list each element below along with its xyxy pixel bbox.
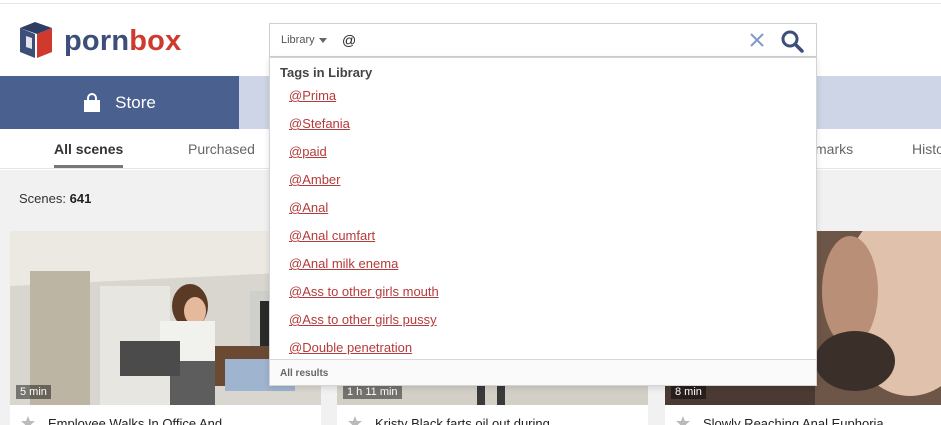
star-icon[interactable] — [20, 415, 36, 425]
scene-title[interactable]: Kristy Black farts oil out during — [347, 415, 550, 425]
tab-bookmarks[interactable]: marks — [815, 141, 853, 157]
scenes-count: Scenes: 641 — [19, 191, 91, 206]
scene-duration: 5 min — [16, 385, 51, 399]
logo-wordmark: pornbox — [64, 24, 182, 57]
search-input[interactable] — [342, 29, 722, 51]
tab-all-scenes[interactable]: All scenes — [54, 141, 124, 168]
suggestion-item: @paid — [270, 137, 816, 165]
tab-history[interactable]: Histo — [912, 141, 941, 157]
star-icon[interactable] — [675, 415, 691, 425]
suggestion-item: @Amber — [270, 165, 816, 193]
search-scope-label: Library — [281, 34, 315, 46]
scenes-count-label: Scenes: — [19, 191, 66, 206]
suggestion-item: @Ass to other girls mouth — [270, 277, 816, 305]
search-suggestions-dropdown: Tags in Library @Prima @Stefania @paid @… — [269, 57, 817, 386]
suggestion-item: @Stefania — [270, 109, 816, 137]
suggestions-footer[interactable]: All results — [270, 359, 816, 385]
suggestion-item: @Prima — [270, 81, 816, 109]
scene-title[interactable]: Employee Walks In Office And — [20, 415, 222, 425]
suggestion-link[interactable]: @Ass to other girls mouth — [289, 284, 439, 299]
scenes-count-value: 641 — [69, 191, 92, 206]
shopping-bag-icon — [84, 92, 101, 112]
suggestion-item: @Double penetration — [270, 333, 816, 361]
suggestions-heading: Tags in Library — [280, 65, 373, 80]
suggestion-item: @Anal milk enema — [270, 249, 816, 277]
close-icon[interactable] — [748, 30, 766, 50]
scene-duration: 1 h 11 min — [343, 385, 402, 399]
site-logo[interactable]: pornbox — [18, 22, 181, 60]
suggestion-item: @Anal — [270, 193, 816, 221]
suggestion-link[interactable]: @Amber — [289, 172, 341, 187]
suggestions-list: @Prima @Stefania @paid @Amber @Anal @Ana… — [270, 81, 816, 361]
suggestion-link[interactable]: @Prima — [289, 88, 336, 103]
suggestion-link[interactable]: @Double penetration — [289, 340, 412, 355]
scene-title-text: Slowly Reaching Anal Euphoria — [703, 415, 884, 425]
nav-store-label: Store — [115, 92, 156, 112]
search-bar: Library — [269, 23, 817, 57]
suggestion-link[interactable]: @Ass to other girls pussy — [289, 312, 437, 327]
tab-purchased[interactable]: Purchased — [188, 141, 255, 157]
logo-text-part1: porn — [64, 24, 130, 57]
suggestion-link[interactable]: @Stefania — [289, 116, 350, 131]
suggestion-item: @Ass to other girls pussy — [270, 305, 816, 333]
suggestion-link[interactable]: @Anal — [289, 200, 328, 215]
suggestion-link[interactable]: @Anal cumfart — [289, 228, 375, 243]
logo-text-part2: box — [129, 24, 182, 57]
suggestion-item: @Anal cumfart — [270, 221, 816, 249]
scene-title-text: Employee Walks In Office And — [48, 415, 223, 425]
suggestion-link[interactable]: @paid — [289, 144, 327, 159]
all-results-link[interactable]: All results — [280, 368, 328, 379]
nav-store-button[interactable]: Store — [0, 76, 239, 129]
suggestion-link[interactable]: @Anal milk enema — [289, 256, 398, 271]
scene-title[interactable]: Slowly Reaching Anal Euphoria — [675, 415, 884, 425]
star-icon[interactable] — [347, 415, 363, 425]
top-divider — [0, 3, 941, 4]
logo-box-icon — [20, 22, 52, 58]
chevron-down-icon — [318, 37, 327, 43]
scene-duration: 8 min — [671, 385, 706, 399]
search-scope-select[interactable]: Library — [281, 34, 327, 46]
scene-title-text: Kristy Black farts oil out during — [375, 415, 550, 425]
search-icon[interactable] — [780, 29, 804, 53]
